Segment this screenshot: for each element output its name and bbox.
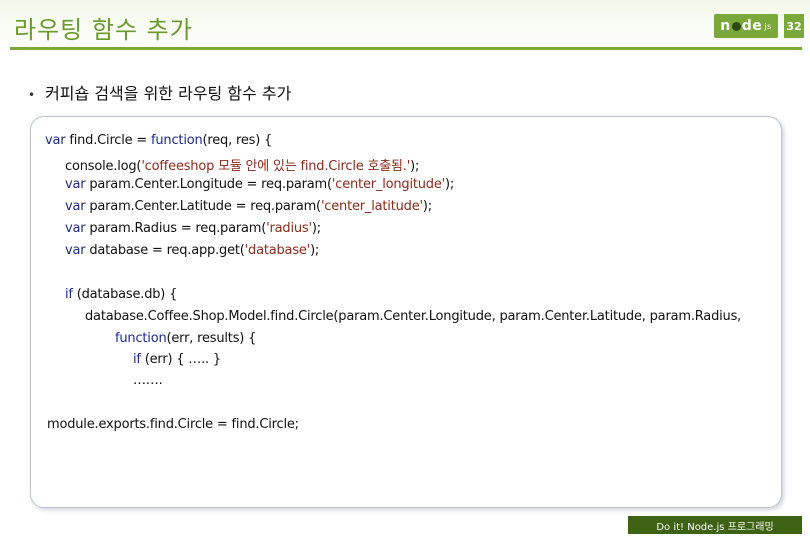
page-number: 32: [784, 14, 804, 38]
code-text: database = req.app.get(: [85, 243, 245, 258]
code-line-5: var param.Radius = req.param('radius');: [65, 221, 321, 236]
keyword: var: [65, 177, 86, 192]
keyword: var: [45, 133, 66, 148]
nodejs-logo: n de js: [714, 14, 778, 38]
code-line-12: module.exports.find.Circle = find.Circle…: [47, 417, 299, 432]
code-line-9: function(err, results) {: [115, 331, 256, 346]
code-text: (err) { ….. }: [140, 352, 221, 367]
code-text: );: [410, 159, 420, 174]
code-line-4: var param.Center.Latitude = req.param('c…: [65, 199, 432, 214]
code-text: (err, results) {: [166, 331, 257, 346]
code-line-10: if (err) { ….. }: [133, 352, 221, 367]
bullet-heading: • 커피숍 검색을 위한 라우팅 함수 추가: [28, 80, 291, 104]
code-line-7: if (database.db) {: [65, 287, 177, 302]
title-divider: [10, 47, 802, 50]
code-text: );: [445, 177, 455, 192]
keyword: var: [65, 221, 86, 236]
code-text: module.exports.find.Circle = find.Circle…: [47, 417, 299, 432]
code-text: …….: [133, 373, 163, 388]
slide-title: 라우팅 함수 추가: [14, 16, 193, 44]
code-line-3: var param.Center.Longitude = req.param('…: [65, 177, 454, 192]
string-literal: 'center_latitude': [320, 199, 423, 214]
code-box: var find.Circle = function(req, res) { c…: [30, 116, 782, 508]
code-text: (database.db) {: [72, 287, 178, 302]
code-text: database.Coffee.Shop.Model.find.Circle(p…: [85, 309, 742, 324]
string-literal: 'radius': [266, 221, 312, 236]
code-text: param.Center.Latitude = req.param(: [85, 199, 321, 214]
string-literal: 'center_longitude': [331, 177, 446, 192]
string-literal: 'database': [244, 243, 311, 258]
code-text: console.log(: [65, 159, 142, 174]
code-line-1: var find.Circle = function(req, res) {: [45, 133, 272, 148]
logo-js: js: [764, 21, 772, 31]
footer-book-title: Do it! Node.js 프로그래밍: [628, 516, 802, 534]
code-text: );: [311, 221, 321, 236]
logo-letters-de: de: [741, 18, 763, 34]
logo-letter-n: n: [720, 18, 731, 34]
keyword: if: [133, 352, 141, 367]
keyword: if: [65, 287, 73, 302]
bullet-text: 커피숍 검색을 위한 라우팅 함수 추가: [45, 84, 292, 103]
code-line-6: var database = req.app.get('database');: [65, 243, 319, 258]
code-text: find.Circle =: [65, 133, 152, 148]
code-text: (req, res) {: [202, 133, 273, 148]
code-line-11: …….: [133, 373, 163, 388]
code-text: );: [310, 243, 320, 258]
code-line-8: database.Coffee.Shop.Model.find.Circle(p…: [85, 309, 741, 324]
code-line-2: console.log('coffeeshop 모듈 안에 있는 find.Ci…: [65, 155, 419, 174]
keyword: var: [65, 243, 86, 258]
code-text: );: [422, 199, 432, 214]
code-text: param.Center.Longitude = req.param(: [85, 177, 332, 192]
code-text: param.Radius = req.param(: [85, 221, 267, 236]
keyword: var: [65, 199, 86, 214]
logo-dot-icon: [731, 21, 741, 31]
keyword: function: [115, 331, 167, 346]
bullet-dot-icon: •: [28, 88, 36, 102]
keyword: function: [151, 133, 203, 148]
string-literal: 'coffeeshop 모듈 안에 있는 find.Circle 호출됨.': [141, 159, 411, 174]
